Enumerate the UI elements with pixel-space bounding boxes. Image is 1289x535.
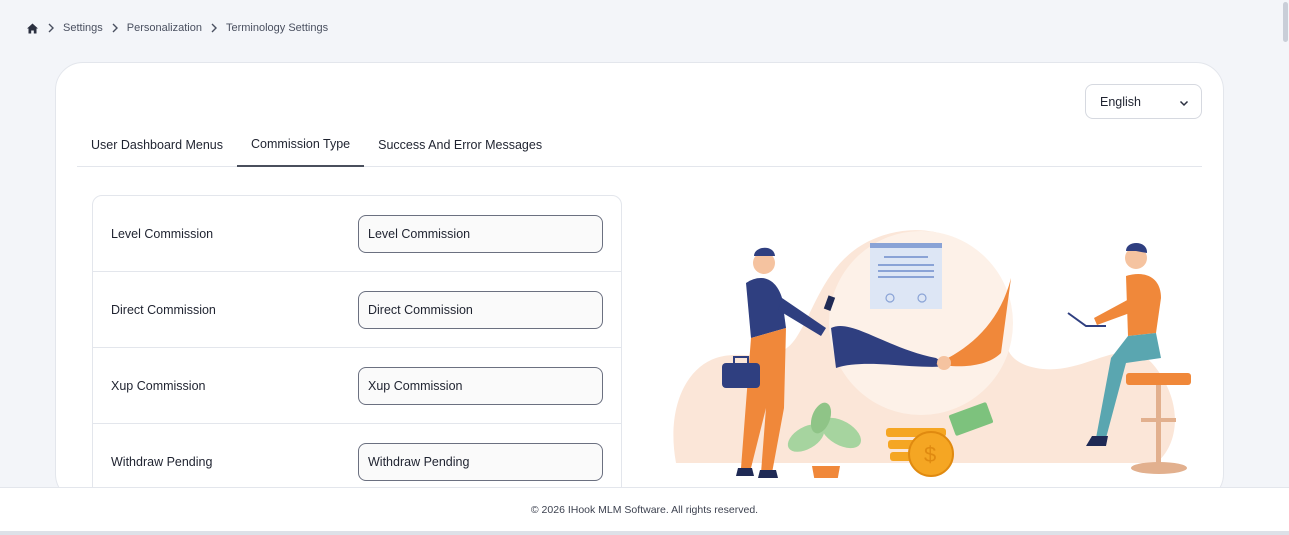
tab-success-and-error-messages[interactable]: Success And Error Messages — [364, 123, 556, 167]
language-select-value: English — [1100, 94, 1141, 109]
term-row: Level Commission — [93, 196, 621, 272]
term-input-withdraw-pending[interactable] — [358, 442, 603, 481]
chevron-right-icon — [206, 23, 222, 33]
chevron-right-icon — [43, 23, 59, 33]
footer-copyright: © 2026 IHook MLM Software. All rights re… — [530, 503, 759, 516]
term-input-direct-commission[interactable] — [358, 290, 603, 329]
term-label: Level Commission — [111, 226, 214, 241]
term-input-level-commission[interactable] — [358, 214, 603, 253]
tab-user-dashboard-menus[interactable]: User Dashboard Menus — [77, 123, 237, 167]
breadcrumb-terminology-settings: Terminology Settings — [225, 22, 329, 34]
footer: © 2026 IHook MLM Software. All rights re… — [0, 487, 1289, 531]
language-select[interactable]: English — [1085, 84, 1202, 119]
tab-commission-type[interactable]: Commission Type — [237, 123, 365, 167]
breadcrumb: Settings Personalization Terminology Set… — [26, 20, 328, 36]
tab-bar: User Dashboard Menus Commission Type Suc… — [77, 123, 1202, 167]
page-scrollbar[interactable] — [1281, 0, 1289, 535]
term-input-xup-commission[interactable] — [358, 366, 603, 405]
breadcrumb-settings[interactable]: Settings — [63, 22, 103, 34]
term-row: Direct Commission — [93, 272, 621, 348]
term-row: Xup Commission — [93, 348, 621, 424]
chevron-down-icon — [1179, 97, 1189, 107]
breadcrumb-personalization[interactable]: Personalization — [127, 22, 202, 34]
terms-form: Level Commission Direct Commission Xup C… — [92, 195, 622, 501]
footer-divider — [0, 531, 1289, 535]
term-label: Withdraw Pending — [111, 454, 213, 469]
handshake-illustration: $ — [656, 218, 1223, 488]
scrollbar-thumb[interactable] — [1283, 2, 1288, 42]
term-label: Xup Commission — [111, 378, 206, 393]
svg-text:$: $ — [924, 442, 936, 467]
terminology-card: English User Dashboard Menus Commission … — [55, 62, 1224, 502]
term-label: Direct Commission — [111, 302, 216, 317]
home-icon[interactable] — [26, 22, 39, 35]
chevron-right-icon — [107, 23, 123, 33]
